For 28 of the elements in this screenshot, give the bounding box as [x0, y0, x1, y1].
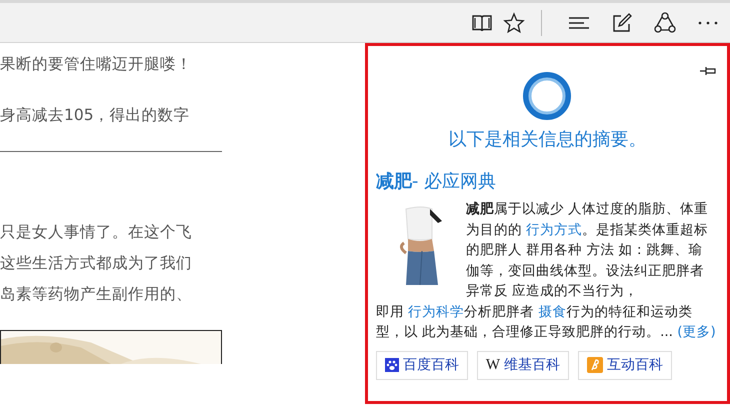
article-text: 果断的要管住嘴迈开腿喽！: [0, 54, 193, 75]
hudong-logo-icon: [586, 357, 603, 373]
article-text: 只是女人事情了。在这个飞: [0, 222, 193, 243]
summary-link[interactable]: (更多): [677, 324, 716, 340]
star-icon[interactable]: [503, 12, 525, 34]
wikipedia-icon: W: [486, 356, 500, 374]
summary-link[interactable]: 行为科学: [408, 304, 464, 320]
share-icon[interactable]: [654, 12, 676, 34]
summary-link[interactable]: 行为方式: [526, 222, 582, 238]
cortana-ring-icon: [521, 70, 574, 122]
note-pen-icon[interactable]: [612, 12, 632, 32]
source-button[interactable]: 百度百科: [376, 350, 468, 380]
entry-source[interactable]: - 必应网典: [412, 171, 496, 192]
source-button[interactable]: 互动百科: [578, 350, 672, 380]
article-text: 岛素等药物产生副作用的、: [0, 284, 193, 305]
article-text: 身高减去105，得出的数字: [0, 105, 191, 126]
hub-icon[interactable]: [568, 16, 590, 30]
pin-icon[interactable]: [699, 66, 717, 76]
summary-heading: 以下是相关信息的摘要。: [448, 128, 646, 151]
article-text: 这些生活方式都成为了我们: [0, 253, 193, 274]
more-icon[interactable]: [698, 20, 718, 24]
summary-text: 即用 行为科学分析肥胖者 摄食行为的特征和运动类型，以 此为基础，合理修正导致肥胖的行动。... (更多): [376, 302, 717, 342]
source-button[interactable]: W 维基百科: [476, 350, 569, 380]
entry-title[interactable]: 减肥: [376, 171, 412, 192]
paw-icon: [384, 358, 399, 372]
summary-link[interactable]: 摄食: [538, 304, 566, 320]
summary-text: 减肥属于以减少 人体过度的脂肪、体重为目的的 行为方式。是指某类体重超标的肥胖人 群用各种 方法 如：跳舞、瑜伽等，变回曲线体型。设法纠正肥胖者异常反 应造成的不当行为，: [466, 200, 710, 301]
reading-view-icon[interactable]: [471, 12, 493, 32]
